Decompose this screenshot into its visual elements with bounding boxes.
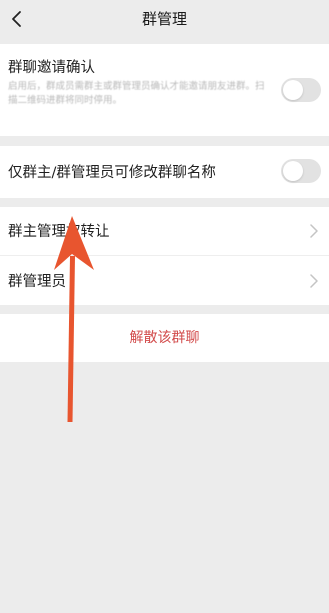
- rename-restrict-toggle[interactable]: [281, 159, 321, 183]
- disband-row: 解散该群聊: [0, 314, 329, 362]
- nav-bar: 群管理: [0, 0, 329, 38]
- invite-confirm-label: 群聊邀请确认: [8, 60, 95, 76]
- invite-confirm-row: 群聊邀请确认 启用后，群成员需群主或群管理员确认才能邀请朋友进群。扫描二维码进群…: [0, 44, 329, 136]
- rename-restrict-row: 仅群主/群管理员可修改群聊名称: [0, 146, 329, 198]
- invite-confirm-description: 启用后，群成员需群主或群管理员确认才能邀请朋友进群。扫描二维码进群将同时停用。: [8, 81, 265, 106]
- toggle-knob: [283, 80, 303, 100]
- rename-restrict-label: 仅群主/群管理员可修改群聊名称: [8, 165, 216, 181]
- toggle-knob: [283, 161, 303, 181]
- transfer-owner-row[interactable]: 群主管理权转让: [0, 207, 329, 255]
- transfer-owner-label: 群主管理权转让: [8, 224, 110, 240]
- invite-confirm-toggle[interactable]: [281, 78, 321, 102]
- disband-group-button[interactable]: 解散该群聊: [0, 314, 329, 362]
- chevron-right-icon: [310, 224, 318, 238]
- admins-label: 群管理员: [8, 274, 66, 290]
- admins-row[interactable]: 群管理员: [0, 255, 329, 305]
- page-title: 群管理: [141, 10, 187, 28]
- chevron-right-icon: [310, 274, 318, 288]
